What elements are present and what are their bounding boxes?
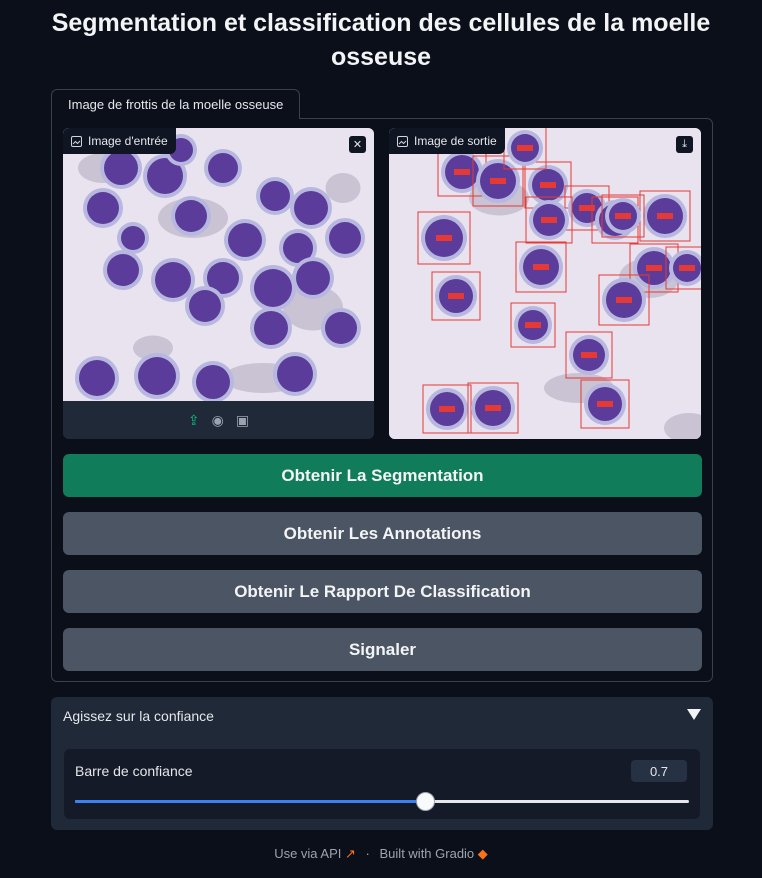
cell-nucleus [277,356,313,392]
gradio-logo-icon: ◆ [477,846,488,861]
cell-nucleus [87,192,119,224]
output-image-label: Image de sortie [414,134,497,148]
rocket-icon: ↗ [345,846,356,861]
detection-box-tag [541,217,557,223]
detection-box-tag [454,169,470,175]
detection-box-tag [646,265,662,271]
cell-nucleus [294,191,328,225]
use-via-api-link[interactable]: Use via API [274,846,341,861]
confidence-slider-block: Barre de confiance 0.7 [64,749,700,819]
image-icon [397,135,408,147]
cell-nucleus [254,269,292,307]
download-icon[interactable]: ⤓ [676,136,693,153]
input-image-panel[interactable]: Image d'entrée ✕ ⇪ ◉ ▣ [63,128,374,439]
detection-box-tag [616,297,632,303]
slider-track[interactable] [75,792,689,811]
cell-nucleus [208,153,238,183]
input-smear-image [63,128,374,401]
footer-separator: · [365,846,370,861]
detection-box-tag [517,145,533,151]
detection-box-tag [579,205,595,211]
detection-box-tag [679,265,695,271]
cell-nucleus [196,365,230,399]
detection-box-tag [581,352,597,358]
cell-nucleus [104,151,138,185]
input-source-toolbar: ⇪ ◉ ▣ [63,401,374,439]
close-icon[interactable]: ✕ [349,136,366,153]
accordion-title[interactable]: Agissez sur la confiance [63,708,214,724]
annotations-button[interactable]: Obtenir Les Annotations [63,512,702,555]
report-issue-button[interactable]: Signaler [63,628,702,671]
cell-nucleus [228,223,262,257]
tab-bone-marrow-smear[interactable]: Image de frottis de la moelle osseuse [51,89,301,119]
webcam-icon[interactable]: ◉ [212,412,224,429]
upload-icon[interactable]: ⇪ [188,412,200,429]
footer: Use via API ↗ · Built with Gradio ◆ [0,846,762,862]
cell-nucleus [329,222,361,254]
page-title: Segmentation et classification des cellu… [51,9,711,71]
cell-nucleus [260,181,290,211]
image-icon [71,135,82,147]
detection-box-tag [436,235,452,241]
segmentation-button[interactable]: Obtenir La Segmentation [63,454,702,497]
confidence-accordion: Agissez sur la confiance Barre de confia… [51,697,713,830]
output-smear-image [389,128,701,439]
detection-box-tag [533,264,549,270]
detection-box-tag [439,406,455,412]
slider-thumb[interactable] [415,792,435,811]
detection-box-tag [540,182,556,188]
detection-box-tag [485,405,501,411]
triangle-down-icon[interactable] [687,709,701,720]
red-blood-cell [325,173,361,203]
cell-nucleus [79,360,115,396]
classification-report-button[interactable]: Obtenir Le Rapport De Classification [63,570,702,613]
cell-nucleus [138,357,176,395]
cell-nucleus [296,261,330,295]
slider-label: Barre de confiance [75,763,193,779]
cell-nucleus [121,226,145,250]
slider-fill [75,800,425,803]
detection-box-tag [525,322,541,328]
output-image-panel: Image de sortie ⤓ [389,128,701,439]
slider-value-input[interactable]: 0.7 [631,760,687,782]
detection-box-tag [490,178,506,184]
cell-nucleus [155,262,191,298]
input-image-label: Image d'entrée [88,134,168,148]
detection-box-tag [448,293,464,299]
input-image-badge: Image d'entrée [63,128,176,154]
detection-box-tag [657,213,673,219]
cell-nucleus [189,290,221,322]
cell-nucleus [107,254,139,286]
cell-nucleus [325,312,357,344]
detection-box-tag [615,213,631,219]
detection-box-tag [597,401,613,407]
cell-nucleus [175,200,207,232]
built-with-gradio-link[interactable]: Built with Gradio [380,846,475,861]
cell-nucleus [254,311,288,345]
output-image-badge: Image de sortie [389,128,505,154]
clipboard-icon[interactable]: ▣ [236,412,249,429]
